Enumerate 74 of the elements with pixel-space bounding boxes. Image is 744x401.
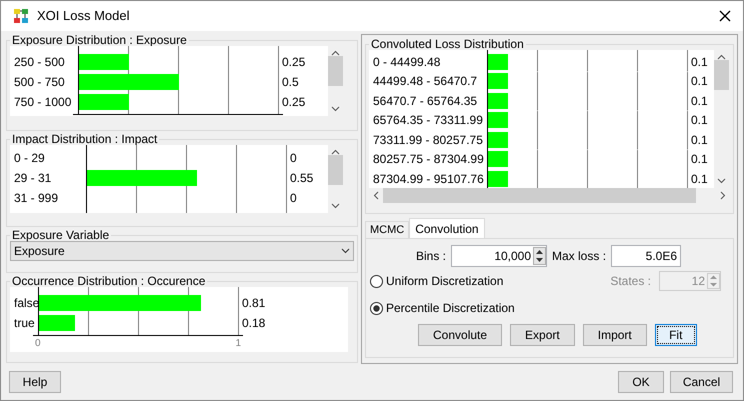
field-label: Max loss : [552,248,606,265]
group-title: Occurrence Distribution : Occurence [11,275,206,287]
field-label: Bins : [416,248,446,265]
value-label: 0.25 [282,54,306,71]
category-label: 29 - 31 [13,170,52,187]
group-title: Convoluted Loss Distribution [370,38,525,50]
dropdown[interactable]: Exposure [10,241,354,261]
value-label: 0.5 [282,74,299,91]
value-label: 0.1 [691,92,708,110]
category-label: 31 - 999 [13,190,60,207]
chart-axes [86,145,87,213]
category-label: 87304.99 - 95107.76 [372,170,485,188]
scrollbar-thumb[interactable] [714,60,729,90]
scrollbar-thumb[interactable] [328,56,343,86]
category-label: 56470.7 - 65764.35 [372,92,478,110]
chevron-up-icon[interactable] [331,50,340,56]
action-button[interactable]: Export [510,324,575,346]
value-label: 0.1 [691,112,708,130]
app-icon [13,8,29,24]
category-label: 0 - 44499.48 [372,54,442,71]
action-button[interactable]: Fit [654,324,697,346]
chevron-up-icon[interactable] [331,149,340,155]
text-field[interactable]: 5.0E6 [611,245,682,267]
chevron-down-icon[interactable] [717,178,726,184]
category-label: 250 - 500 [13,54,66,71]
value-label: 0.1 [691,170,708,188]
field-label: States : [610,273,651,290]
value-label: 0 [290,190,297,207]
chevron-down-icon[interactable] [331,203,340,209]
tab[interactable]: Convolution [409,218,485,238]
category-label: 65764.35 - 73311.99 [372,112,484,130]
radio-option[interactable]: Percentile Discretization [370,299,515,317]
spinner-arrows-icon [707,273,720,289]
category-label: 80257.75 - 87304.99 [372,151,485,168]
category-label: false [13,295,39,312]
cancel-button[interactable]: Cancel [670,371,733,393]
chevron-left-icon[interactable] [373,191,379,200]
window-title: XOI Loss Model [37,7,130,26]
chevron-right-icon[interactable] [720,191,726,200]
value-label: 0.55 [290,170,314,187]
radio-button[interactable] [370,302,383,314]
value-label: 0 [290,150,297,167]
spinner-arrows-icon [533,247,546,265]
chevron-up-icon[interactable] [717,54,726,60]
category-label: 73311.99 - 80257.75 [372,132,484,149]
value-label: 0.1 [691,132,708,149]
group-title: Impact Distribution : Impact [11,133,158,145]
action-button[interactable]: Import [582,324,647,346]
group-title: Exposure Variable [11,229,110,241]
value-label: 0.1 [691,54,708,71]
ok-button[interactable]: OK [618,371,664,393]
value-label: 0.81 [242,295,266,312]
category-label: 500 - 750 [13,74,66,91]
value-label: 0.1 [691,73,708,90]
scrollbar-thumb[interactable] [328,155,343,185]
chevron-down-icon [341,248,350,254]
spinner-field[interactable]: 10,000 [451,245,548,267]
category-label: 750 - 1000 [13,94,72,111]
close-icon[interactable] [719,10,731,22]
tick-label: 0 [35,338,41,350]
value-label: 0.1 [691,151,708,168]
group-title: Exposure Distribution : Exposure [11,34,188,46]
category-label: true [13,315,36,332]
radio-button[interactable] [370,274,383,288]
tick-label: 1 [235,338,241,350]
value-label: 0.18 [242,315,266,332]
action-button[interactable]: Convolute [418,324,502,346]
value-label: 0.25 [282,94,306,111]
category-label: 0 - 29 [13,150,46,167]
chevron-down-icon[interactable] [331,106,340,112]
category-label: 44499.48 - 56470.7 [372,73,478,90]
radio-option[interactable]: Uniform Discretization [370,272,504,290]
help-button[interactable]: Help [9,371,61,393]
tab[interactable]: MCMC [365,221,410,238]
